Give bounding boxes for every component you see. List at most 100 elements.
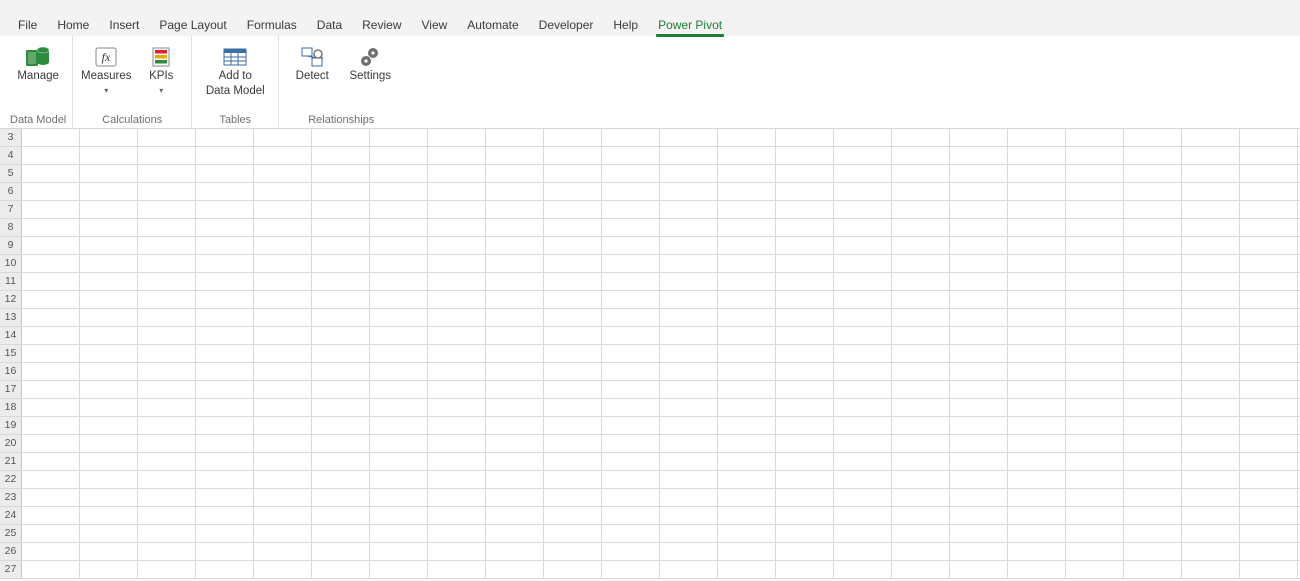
cell[interactable] (1124, 165, 1182, 182)
cell[interactable] (370, 147, 428, 164)
cell[interactable] (22, 543, 80, 560)
cell[interactable] (312, 561, 370, 578)
cell[interactable] (950, 273, 1008, 290)
cell[interactable] (602, 165, 660, 182)
cell[interactable] (138, 201, 196, 218)
cell[interactable] (254, 273, 312, 290)
cell[interactable] (1182, 543, 1240, 560)
cell[interactable] (80, 435, 138, 452)
cell[interactable] (370, 453, 428, 470)
cell[interactable] (486, 417, 544, 434)
cell[interactable] (1008, 435, 1066, 452)
cell[interactable] (254, 327, 312, 344)
row-header[interactable]: 13 (0, 309, 22, 326)
cell[interactable] (1240, 255, 1298, 272)
cell[interactable] (312, 327, 370, 344)
cell[interactable] (1066, 147, 1124, 164)
cell[interactable] (1182, 489, 1240, 506)
cell[interactable] (1240, 291, 1298, 308)
cell[interactable] (196, 381, 254, 398)
cell[interactable] (1066, 237, 1124, 254)
cell[interactable] (602, 489, 660, 506)
cell[interactable] (602, 507, 660, 524)
cell[interactable] (602, 453, 660, 470)
cell[interactable] (22, 255, 80, 272)
cell[interactable] (1240, 507, 1298, 524)
cell[interactable] (196, 543, 254, 560)
cell[interactable] (428, 561, 486, 578)
cell[interactable] (80, 399, 138, 416)
cell[interactable] (196, 561, 254, 578)
cell[interactable] (312, 255, 370, 272)
cell[interactable] (718, 507, 776, 524)
tab-insert[interactable]: Insert (99, 13, 149, 36)
row-header[interactable]: 14 (0, 327, 22, 344)
cell[interactable] (1124, 129, 1182, 146)
cell[interactable] (1008, 219, 1066, 236)
cell[interactable] (254, 165, 312, 182)
cell[interactable] (1066, 489, 1124, 506)
cell[interactable] (80, 219, 138, 236)
cell[interactable] (776, 561, 834, 578)
cell[interactable] (312, 129, 370, 146)
cell[interactable] (1124, 219, 1182, 236)
row-header[interactable]: 24 (0, 507, 22, 524)
cell[interactable] (486, 183, 544, 200)
cell[interactable] (254, 183, 312, 200)
cell[interactable] (1066, 525, 1124, 542)
cell[interactable] (138, 273, 196, 290)
row-header[interactable]: 5 (0, 165, 22, 182)
cell[interactable] (834, 129, 892, 146)
cell[interactable] (1124, 399, 1182, 416)
cell[interactable] (312, 525, 370, 542)
cell[interactable] (1124, 273, 1182, 290)
cell[interactable] (80, 381, 138, 398)
cell[interactable] (1182, 471, 1240, 488)
cell[interactable] (776, 291, 834, 308)
cell[interactable] (834, 147, 892, 164)
cell[interactable] (312, 237, 370, 254)
cell[interactable] (80, 525, 138, 542)
cell[interactable] (1124, 543, 1182, 560)
cell[interactable] (428, 327, 486, 344)
cell[interactable] (950, 129, 1008, 146)
cell[interactable] (950, 255, 1008, 272)
spreadsheet-grid[interactable]: 3456789101112131415161718192021222324252… (0, 129, 1300, 581)
cell[interactable] (80, 201, 138, 218)
cell[interactable] (1182, 165, 1240, 182)
cell[interactable] (776, 453, 834, 470)
cell[interactable] (1008, 201, 1066, 218)
cell[interactable] (1124, 435, 1182, 452)
row-header[interactable]: 7 (0, 201, 22, 218)
cell[interactable] (892, 381, 950, 398)
cell[interactable] (544, 543, 602, 560)
cell[interactable] (486, 201, 544, 218)
tab-view[interactable]: View (412, 13, 458, 36)
row-header[interactable]: 4 (0, 147, 22, 164)
settings-button[interactable]: Settings (343, 40, 397, 83)
cell[interactable] (486, 237, 544, 254)
cell[interactable] (80, 489, 138, 506)
cell[interactable] (834, 525, 892, 542)
cell[interactable] (312, 381, 370, 398)
cell[interactable] (544, 507, 602, 524)
cell[interactable] (718, 381, 776, 398)
cell[interactable] (1066, 363, 1124, 380)
cell[interactable] (834, 453, 892, 470)
cell[interactable] (602, 291, 660, 308)
cell[interactable] (370, 561, 428, 578)
cell[interactable] (312, 165, 370, 182)
cell[interactable] (254, 543, 312, 560)
cell[interactable] (602, 129, 660, 146)
cell[interactable] (950, 201, 1008, 218)
cell[interactable] (254, 417, 312, 434)
cell[interactable] (428, 147, 486, 164)
cell[interactable] (892, 561, 950, 578)
cell[interactable] (1182, 147, 1240, 164)
cell[interactable] (370, 219, 428, 236)
cell[interactable] (370, 183, 428, 200)
cell[interactable] (370, 507, 428, 524)
cell[interactable] (254, 453, 312, 470)
add-to-data-model-button[interactable]: Add to Data Model (198, 40, 272, 98)
cell[interactable] (544, 417, 602, 434)
